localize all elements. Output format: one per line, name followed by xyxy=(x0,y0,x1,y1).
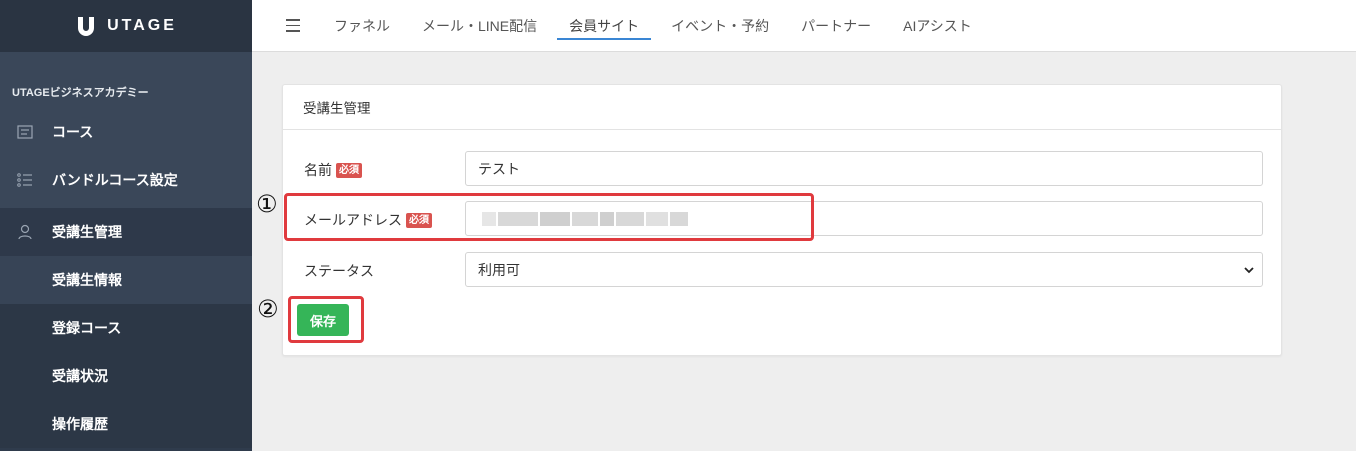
name-label: 名前 必須 xyxy=(304,160,362,180)
menu-icon[interactable] xyxy=(286,19,300,32)
brand-name: UTAGE xyxy=(107,17,177,34)
status-label-text: ステータス xyxy=(304,263,374,279)
sidebar-subitem-registered-courses[interactable]: 登録コース xyxy=(0,304,252,352)
tab-event[interactable]: イベント・予約 xyxy=(671,0,769,52)
annotation-box-save xyxy=(288,296,364,343)
sidebar-group-title: UTAGEビジネスアカデミー xyxy=(12,87,149,99)
bullet-list-icon xyxy=(16,171,34,189)
brand-logo[interactable]: UTAGE xyxy=(0,0,252,52)
sidebar-subitem-history[interactable]: 操作履歴 xyxy=(0,400,252,448)
status-row: ステータス 利用可 xyxy=(283,252,1283,288)
tab-partner[interactable]: パートナー xyxy=(801,0,871,52)
annotation-number-1: ① xyxy=(256,190,278,218)
status-label: ステータス xyxy=(304,261,374,281)
annotation-number-2: ② xyxy=(257,295,279,323)
tab-ai-assist[interactable]: AIアシスト xyxy=(903,0,972,52)
sidebar-subitem-progress[interactable]: 受講状況 xyxy=(0,352,252,400)
chevron-down-icon xyxy=(1244,267,1254,274)
sidebar-item-label: 受講生管理 xyxy=(52,224,122,240)
document-list-icon xyxy=(16,123,34,141)
utage-logo-icon xyxy=(78,17,95,36)
top-navigation: ファネル メール・LINE配信 会員サイト イベント・予約 パートナー AIアシ… xyxy=(252,0,1356,52)
sidebar-item-bundle-course[interactable]: バンドルコース設定 xyxy=(0,156,252,204)
annotation-box-email xyxy=(284,193,814,241)
required-badge: 必須 xyxy=(336,162,362,178)
user-icon xyxy=(16,223,34,241)
sidebar: UTAGE UTAGEビジネスアカデミー コース バンドルコース設定 受講生管理… xyxy=(0,0,252,451)
name-row: 名前 必須 テスト xyxy=(283,151,1283,187)
tab-mail-line[interactable]: メール・LINE配信 xyxy=(422,0,537,52)
status-select-value: 利用可 xyxy=(478,261,520,278)
sidebar-subitem-student-info[interactable]: 受講生情報 xyxy=(0,256,252,304)
sidebar-item-label: コース xyxy=(52,124,94,140)
name-label-text: 名前 xyxy=(304,162,332,178)
status-select[interactable]: 利用可 xyxy=(465,252,1263,287)
sidebar-item-student-management[interactable]: 受講生管理 xyxy=(0,208,252,256)
tab-member-site[interactable]: 会員サイト xyxy=(557,0,652,52)
name-input[interactable]: テスト xyxy=(465,151,1263,186)
tab-funnel[interactable]: ファネル xyxy=(334,0,390,52)
sidebar-item-course[interactable]: コース xyxy=(0,108,252,156)
sidebar-course-section: UTAGEビジネスアカデミー コース バンドルコース設定 xyxy=(0,52,252,208)
name-input-value: テスト xyxy=(478,160,520,177)
card-title: 受講生管理 xyxy=(283,85,1281,130)
sidebar-item-label: バンドルコース設定 xyxy=(52,172,178,188)
